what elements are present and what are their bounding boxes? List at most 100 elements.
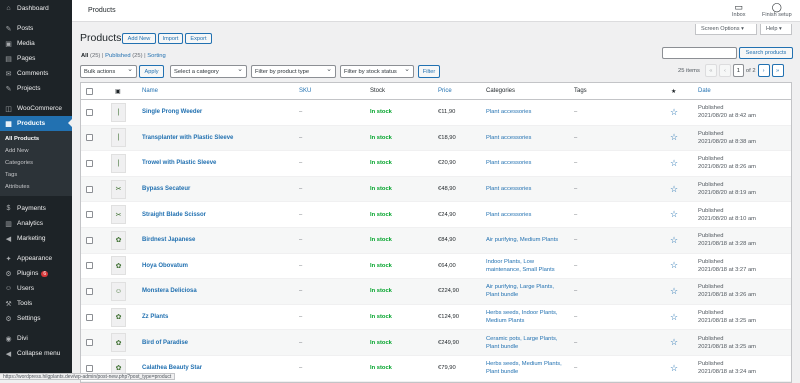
row-checkbox[interactable] xyxy=(86,185,93,193)
category-links-continued[interactable]: Plant bundle xyxy=(486,291,518,299)
product-thumbnail[interactable]: ✿ xyxy=(111,230,126,250)
sidebar-item-tools[interactable]: ⚒ Tools xyxy=(0,296,72,311)
finish-setup-button[interactable]: ◯ Finish setup xyxy=(762,2,792,18)
sidebar-item-marketing[interactable]: ◀ Marketing xyxy=(0,231,72,246)
category-links-continued[interactable]: maintenance, Small Plants xyxy=(486,266,555,274)
row-checkbox[interactable] xyxy=(86,108,93,116)
row-checkbox[interactable] xyxy=(86,339,93,347)
product-thumbnail[interactable]: ✂ xyxy=(111,179,126,199)
featured-star-icon[interactable]: ☆ xyxy=(670,363,678,374)
prev-page-button[interactable]: ‹ xyxy=(718,64,731,77)
category-links-continued[interactable]: Plant bundle xyxy=(486,343,518,351)
product-thumbnail[interactable]: ✿ xyxy=(111,333,126,353)
category-links[interactable]: Plant accessories xyxy=(486,159,531,167)
product-name-link[interactable]: Birdnest Japanese xyxy=(142,237,195,243)
bulk-actions-select[interactable]: Bulk actions xyxy=(80,65,137,78)
product-name-link[interactable]: Zz Plants xyxy=(142,314,168,320)
product-thumbnail[interactable]: | xyxy=(111,153,126,173)
category-links[interactable]: Air purifying, Large Plants, xyxy=(486,283,554,291)
inbox-button[interactable]: ▭ Inbox xyxy=(732,2,745,18)
next-page-button[interactable]: › xyxy=(757,64,770,77)
date-column-header[interactable]: Date xyxy=(698,83,711,99)
sidebar-item-woocommerce[interactable]: ◫ WooCommerce xyxy=(0,101,72,116)
product-thumbnail[interactable]: | xyxy=(111,128,126,148)
category-links[interactable]: Indoor Plants, Low xyxy=(486,258,534,266)
submenu-tags[interactable]: Tags xyxy=(0,169,72,181)
last-page-button[interactable]: » xyxy=(771,64,784,77)
submenu-all-products[interactable]: All Products xyxy=(0,133,72,145)
sidebar-item-pages[interactable]: ▤ Pages xyxy=(0,51,72,66)
sidebar-item-products[interactable]: ▦ Products xyxy=(0,116,72,131)
product-name-link[interactable]: Calathea Beauty Star xyxy=(142,365,202,371)
sidebar-item-plugins[interactable]: ⚙ Plugins 6 xyxy=(0,266,72,281)
product-thumbnail[interactable]: ✿ xyxy=(111,256,126,276)
submenu-add-new[interactable]: Add New xyxy=(0,145,72,157)
featured-star-icon[interactable]: ☆ xyxy=(670,337,678,348)
sidebar-item-settings[interactable]: ⚙ Settings xyxy=(0,311,72,326)
row-checkbox[interactable] xyxy=(86,134,93,142)
sidebar-item-payments[interactable]: $ Payments xyxy=(0,201,72,216)
category-links[interactable]: Plant accessories xyxy=(486,185,531,193)
filter-button[interactable]: Filter xyxy=(418,65,440,78)
row-checkbox[interactable] xyxy=(86,211,93,219)
category-links-continued[interactable]: Medium Plants xyxy=(486,317,524,325)
submenu-attributes[interactable]: Attributes xyxy=(0,181,72,193)
sidebar-item-divi[interactable]: ◉ Divi xyxy=(0,331,72,346)
name-column-header[interactable]: Name xyxy=(142,83,158,99)
export-button[interactable]: Export xyxy=(185,33,212,44)
help-button[interactable]: Help ▾ xyxy=(760,24,792,35)
view-published-link[interactable]: Published xyxy=(105,53,130,59)
category-links[interactable]: Herbs seeds, Medium Plants, xyxy=(486,360,562,368)
submenu-categories[interactable]: Categories xyxy=(0,157,72,169)
screen-options-button[interactable]: Screen Options ▾ xyxy=(695,24,757,35)
category-links[interactable]: Herbs seeds, Indoor Plants, xyxy=(486,309,558,317)
featured-star-icon[interactable]: ☆ xyxy=(670,184,678,195)
featured-star-icon[interactable]: ☆ xyxy=(670,286,678,297)
product-name-link[interactable]: Monstera Deliciosa xyxy=(142,288,197,294)
apply-button[interactable]: Apply xyxy=(139,65,164,78)
sidebar-item-analytics[interactable]: ▥ Analytics xyxy=(0,216,72,231)
search-input[interactable] xyxy=(662,47,737,59)
category-links[interactable]: Air purifying, Medium Plants xyxy=(486,236,558,244)
first-page-button[interactable]: « xyxy=(704,64,717,77)
sidebar-item-projects[interactable]: ✎ Projects xyxy=(0,81,72,96)
product-name-link[interactable]: Hoya Obovatum xyxy=(142,263,188,269)
featured-star-icon[interactable]: ★ xyxy=(671,83,676,99)
product-thumbnail[interactable]: | xyxy=(111,102,126,122)
stock-status-filter-select[interactable]: Filter by stock status xyxy=(340,65,414,78)
view-sorting-link[interactable]: Sorting xyxy=(147,53,165,59)
featured-star-icon[interactable]: ☆ xyxy=(670,132,678,143)
product-name-link[interactable]: Transplanter with Plastic Sleeve xyxy=(142,135,233,141)
featured-star-icon[interactable]: ☆ xyxy=(670,107,678,118)
product-name-link[interactable]: Single Prong Weeder xyxy=(142,109,202,115)
sidebar-item-posts[interactable]: ✎ Posts xyxy=(0,21,72,36)
featured-star-icon[interactable]: ☆ xyxy=(670,312,678,323)
product-name-link[interactable]: Bird of Paradise xyxy=(142,340,188,346)
row-checkbox[interactable] xyxy=(86,159,93,167)
sidebar-item-collapse-menu[interactable]: ◀ Collapse menu xyxy=(0,346,72,361)
row-checkbox[interactable] xyxy=(86,287,93,295)
sku-column-header[interactable]: SKU xyxy=(299,83,311,99)
product-name-link[interactable]: Trowel with Plastic Sleeve xyxy=(142,160,216,166)
current-page-input[interactable]: 1 xyxy=(732,64,744,77)
category-links[interactable]: Plant accessories xyxy=(486,134,531,142)
product-name-link[interactable]: Straight Blade Scissor xyxy=(142,212,206,218)
row-checkbox[interactable] xyxy=(86,313,93,321)
category-filter-select[interactable]: Select a category xyxy=(170,65,247,78)
sidebar-item-appearance[interactable]: ✦ Appearance xyxy=(0,251,72,266)
row-checkbox[interactable] xyxy=(86,262,93,270)
category-links[interactable]: Plant accessories xyxy=(486,211,531,219)
row-checkbox[interactable] xyxy=(86,364,93,372)
sidebar-item-comments[interactable]: ✉ Comments xyxy=(0,66,72,81)
product-type-filter-select[interactable]: Filter by product type xyxy=(251,65,336,78)
category-links[interactable]: Ceramic pots, Large Plants, xyxy=(486,335,558,343)
search-products-button[interactable]: Search products xyxy=(739,47,793,59)
import-button[interactable]: Import xyxy=(158,33,183,44)
category-links-continued[interactable]: Plant bundle xyxy=(486,368,518,376)
select-all-checkbox[interactable] xyxy=(86,87,93,95)
view-all-link[interactable]: All xyxy=(81,53,88,59)
price-column-header[interactable]: Price xyxy=(438,83,452,99)
category-links[interactable]: Plant accessories xyxy=(486,108,531,116)
sidebar-item-users[interactable]: ☺ Users xyxy=(0,281,72,296)
add-new-button[interactable]: Add New xyxy=(122,33,156,44)
